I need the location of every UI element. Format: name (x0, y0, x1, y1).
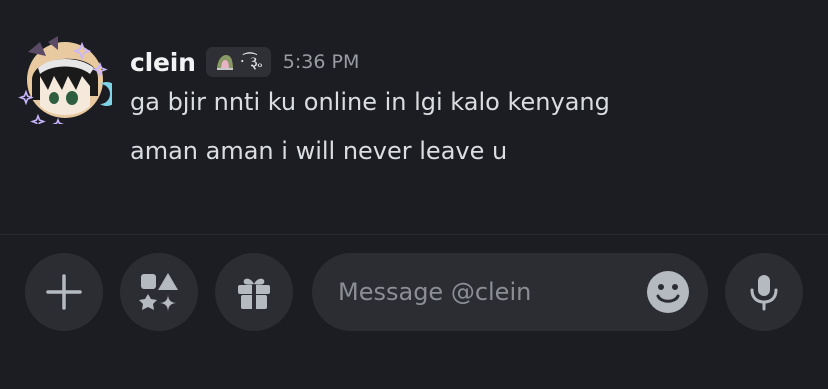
message-header: clein ‧ ͡૱ 5:36 PM (130, 44, 359, 80)
server-tag[interactable]: ‧ ͡૱ (205, 47, 271, 77)
gift-button[interactable] (215, 253, 293, 331)
message-group: clein ‧ ͡૱ 5:36 PM ga bjir nnti ku onlin… (0, 0, 828, 234)
message-input-container[interactable] (312, 253, 708, 331)
gift-icon (238, 278, 270, 309)
emoji-button[interactable] (646, 270, 690, 314)
message-text: aman aman i will never leave u (130, 137, 508, 165)
avatar[interactable] (18, 34, 119, 131)
apps-icon (139, 273, 178, 312)
microphone-icon (750, 275, 778, 311)
timestamp: 5:36 PM (282, 51, 360, 73)
apps-button[interactable] (120, 253, 198, 331)
emoji-icon (647, 271, 689, 313)
add-attachment-button[interactable] (25, 253, 103, 331)
message-text: ga bjir nnti ku online in lgi kalo kenya… (130, 88, 610, 116)
server-tag-text: ‧ ͡૱ (239, 52, 263, 71)
voice-message-button[interactable] (725, 253, 803, 331)
tag-badge-icon (216, 55, 233, 70)
username[interactable]: clein (130, 48, 196, 77)
dm-screen: clein ‧ ͡૱ 5:36 PM ga bjir nnti ku onlin… (0, 0, 828, 389)
message-input[interactable] (338, 253, 638, 331)
plus-icon (46, 274, 82, 310)
divider (0, 234, 828, 235)
